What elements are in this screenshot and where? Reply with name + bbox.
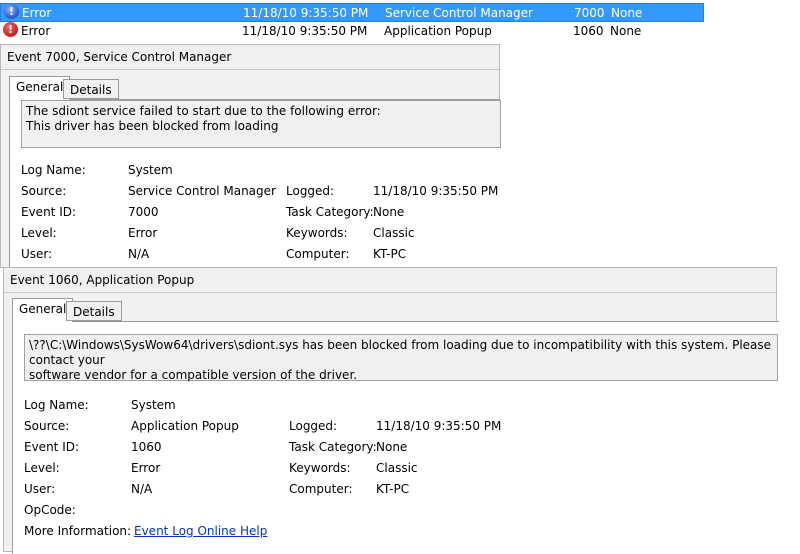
log-name-value: System — [131, 398, 176, 412]
event-id-value: 1060 — [131, 440, 162, 454]
event-id: 1060 — [573, 24, 604, 38]
keywords-label: Keywords: — [289, 461, 351, 475]
source-label: Source: — [21, 184, 67, 198]
event-level: Error — [22, 6, 52, 20]
level-label: Level: — [24, 461, 60, 475]
user-value: N/A — [128, 247, 150, 261]
event-id-label: Event ID: — [21, 205, 77, 219]
tab-details[interactable]: Details — [66, 301, 122, 321]
source-value: Service Control Manager — [128, 184, 276, 198]
event-message: \??\C:\Windows\SysWow64\drivers\sdiont.s… — [24, 334, 778, 382]
user-label: User: — [21, 247, 53, 261]
panel-title: Event 1060, Application Popup — [10, 273, 195, 287]
level-value: Error — [131, 461, 161, 475]
keywords-value: Classic — [373, 226, 415, 240]
event-id-value: 7000 — [128, 205, 159, 219]
computer-value: KT-PC — [373, 247, 407, 261]
more-information-label: More Information: — [24, 524, 132, 538]
error-icon: ! — [4, 4, 19, 19]
event-row[interactable]: ! Error 11/18/10 9:35:50 PM Service Cont… — [0, 3, 704, 22]
event-date: 11/18/10 9:35:50 PM — [243, 6, 369, 20]
user-label: User: — [24, 482, 56, 496]
log-name-label: Log Name: — [24, 398, 89, 412]
event-source: Application Popup — [384, 24, 492, 38]
event-log-online-help-link[interactable]: Event Log Online Help — [134, 524, 267, 538]
opcode-label: OpCode: — [24, 503, 76, 517]
tab-details[interactable]: Details — [63, 79, 119, 99]
keywords-value: Classic — [376, 461, 418, 475]
event-details-panel: Event 1060, Application Popup General De… — [3, 267, 779, 554]
event-category: None — [610, 24, 642, 38]
computer-label: Computer: — [286, 247, 350, 261]
event-level: Error — [21, 24, 51, 38]
source-value: Application Popup — [131, 419, 239, 433]
log-name-value: System — [128, 163, 173, 177]
panel-title: Event 7000, Service Control Manager — [7, 50, 232, 64]
task-category-label: Task Category: — [289, 440, 377, 454]
event-message: The sdiont service failed to start due t… — [21, 100, 501, 148]
logged-label: Logged: — [289, 419, 338, 433]
event-details-panel: Event 7000, Service Control Manager Gene… — [0, 44, 501, 270]
event-row[interactable]: ! Error 11/18/10 9:35:50 PM Application … — [0, 22, 704, 41]
level-value: Error — [128, 226, 158, 240]
level-label: Level: — [21, 226, 57, 240]
event-source: Service Control Manager — [385, 6, 533, 20]
keywords-label: Keywords: — [286, 226, 348, 240]
computer-label: Computer: — [289, 482, 353, 496]
log-name-label: Log Name: — [21, 163, 86, 177]
task-category-value: None — [373, 205, 405, 219]
logged-value: 11/18/10 9:35:50 PM — [373, 184, 499, 198]
logged-value: 11/18/10 9:35:50 PM — [376, 419, 502, 433]
event-date: 11/18/10 9:35:50 PM — [242, 24, 368, 38]
event-category: None — [611, 6, 643, 20]
tab-general[interactable]: General — [9, 76, 71, 100]
computer-value: KT-PC — [376, 482, 410, 496]
tab-general[interactable]: General — [12, 298, 74, 322]
logged-label: Logged: — [286, 184, 335, 198]
task-category-value: None — [376, 440, 408, 454]
source-label: Source: — [24, 419, 70, 433]
event-id: 7000 — [574, 6, 605, 20]
user-value: N/A — [131, 482, 153, 496]
task-category-label: Task Category: — [286, 205, 374, 219]
error-icon: ! — [3, 22, 18, 37]
event-id-label: Event ID: — [24, 440, 80, 454]
